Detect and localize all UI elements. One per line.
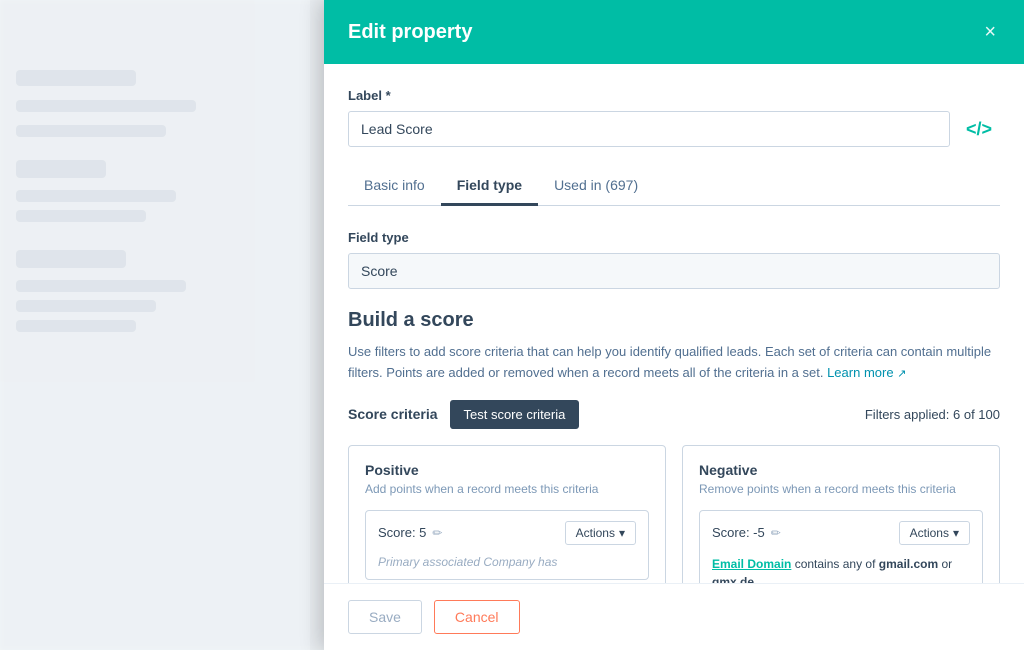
label-field-label: Label * — [348, 88, 1000, 103]
positive-desc: Add points when a record meets this crit… — [365, 482, 649, 496]
score-criteria-label: Score criteria — [348, 406, 438, 422]
field-type-label: Field type — [348, 230, 1000, 245]
positive-actions-chevron: ▾ — [619, 526, 625, 540]
negative-edit-icon[interactable]: ✏ — [771, 526, 781, 540]
save-button[interactable]: Save — [348, 600, 422, 634]
label-input-row: </> — [348, 111, 1000, 147]
negative-card-header: Score: -5 ✏ Actions ▾ — [712, 521, 970, 545]
field-type-value: Score — [348, 253, 1000, 289]
negative-score-card: Score: -5 ✏ Actions ▾ Email Domain conta… — [699, 510, 983, 583]
negative-title: Negative — [699, 462, 983, 478]
positive-actions-label: Actions — [576, 526, 615, 540]
negative-score-number: Score: -5 — [712, 525, 765, 540]
score-criteria-left: Score criteria Test score criteria — [348, 400, 579, 429]
external-link-icon: ↗ — [897, 368, 906, 380]
email-domain-link[interactable]: Email Domain — [712, 557, 791, 571]
modal-body: Label * </> Basic info Field type Used i… — [324, 64, 1024, 583]
negative-desc: Remove points when a record meets this c… — [699, 482, 983, 496]
label-section: Label * </> — [348, 88, 1000, 147]
score-columns: Positive Add points when a record meets … — [348, 445, 1000, 583]
learn-more-link[interactable]: Learn more — [827, 365, 893, 380]
build-score-desc-text: Use filters to add score criteria that c… — [348, 344, 991, 380]
filter-value-gmx: gmx.de — [712, 575, 754, 583]
filter-value-gmail: gmail.com — [879, 557, 938, 571]
positive-card-header: Score: 5 ✏ Actions ▾ — [378, 521, 636, 545]
negative-actions-button[interactable]: Actions ▾ — [899, 521, 970, 545]
positive-column: Positive Add points when a record meets … — [348, 445, 666, 583]
score-criteria-bar: Score criteria Test score criteria Filte… — [348, 400, 1000, 429]
test-score-criteria-button[interactable]: Test score criteria — [450, 400, 580, 429]
cancel-button[interactable]: Cancel — [434, 600, 520, 634]
negative-score-value: Score: -5 ✏ — [712, 525, 781, 540]
modal-title: Edit property — [348, 21, 472, 44]
filters-applied-count: Filters applied: 6 of 100 — [865, 407, 1000, 422]
filter-contains-text: contains any of — [795, 557, 876, 571]
filter-or-text: or — [941, 557, 952, 571]
positive-criteria-text: Primary associated Company has — [378, 555, 636, 569]
negative-column: Negative Remove points when a record mee… — [682, 445, 1000, 583]
negative-criteria-filter: Email Domain contains any of gmail.com o… — [712, 555, 970, 583]
positive-edit-icon[interactable]: ✏ — [432, 526, 442, 540]
edit-property-modal: Edit property × Label * </> Basic info F… — [324, 0, 1024, 650]
modal-header: Edit property × — [324, 0, 1024, 64]
positive-score-value: Score: 5 ✏ — [378, 525, 442, 540]
negative-actions-chevron: ▾ — [953, 526, 959, 540]
positive-score-card: Score: 5 ✏ Actions ▾ Primary associated … — [365, 510, 649, 580]
modal-footer: Save Cancel — [324, 583, 1024, 650]
tab-field-type[interactable]: Field type — [441, 167, 538, 206]
negative-actions-label: Actions — [910, 526, 949, 540]
positive-title: Positive — [365, 462, 649, 478]
tab-basic-info[interactable]: Basic info — [348, 167, 441, 206]
tab-used-in[interactable]: Used in (697) — [538, 167, 654, 206]
code-icon-button[interactable]: </> — [958, 115, 1000, 144]
build-score-title: Build a score — [348, 309, 1000, 332]
close-button[interactable]: × — [980, 18, 1000, 46]
positive-actions-button[interactable]: Actions ▾ — [565, 521, 636, 545]
build-score-desc: Use filters to add score criteria that c… — [348, 342, 1000, 384]
label-input[interactable] — [348, 111, 950, 147]
tabs-bar: Basic info Field type Used in (697) — [348, 167, 1000, 206]
positive-score-number: Score: 5 — [378, 525, 426, 540]
